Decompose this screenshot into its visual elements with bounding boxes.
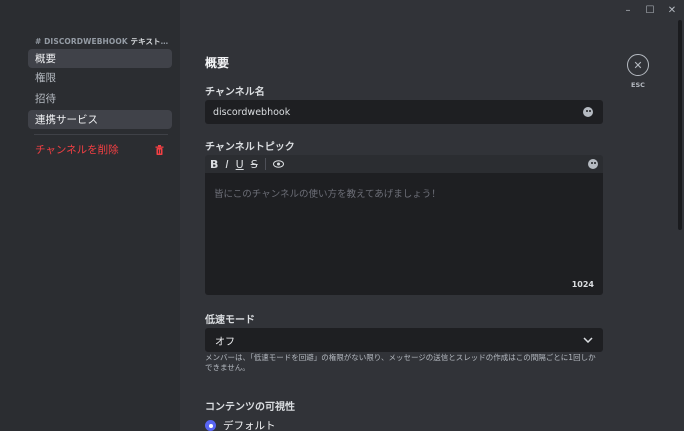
sidebar-item-label: 権限 — [35, 72, 56, 84]
delete-channel-label: チャンネルを削除 — [35, 144, 119, 156]
sidebar-item-permissions[interactable]: 権限 — [28, 68, 172, 87]
channel-name-label: チャンネル名 — [205, 87, 265, 98]
esc-label: ESC — [631, 81, 645, 89]
topic-emoji-icon[interactable] — [588, 159, 598, 169]
spoiler-eye-icon[interactable] — [272, 160, 284, 168]
sidebar-item-overview[interactable]: 概要 — [28, 49, 172, 68]
scrollbar[interactable] — [678, 20, 682, 230]
close-settings-button[interactable]: ✕ ESC — [627, 54, 649, 89]
radio-label: デフォルト — [223, 420, 276, 431]
topic-placeholder: 皆にこのチャンネルの使い方を教えてあげましょう！ — [214, 189, 441, 200]
chevron-down-icon — [583, 337, 593, 343]
settings-main: – ☐ ✕ 概要 チャンネル名 discordwebhook チャンネルトピック… — [180, 0, 684, 431]
radio-selected-icon — [205, 420, 216, 431]
trash-icon — [155, 144, 164, 155]
underline-button[interactable]: U — [236, 158, 244, 171]
visibility-default-radio[interactable]: デフォルト — [205, 418, 276, 431]
sidebar-item-label: 概要 — [35, 53, 56, 65]
channel-name-input[interactable]: discordwebhook — [205, 100, 603, 124]
slowmode-help-text: メンバーは、「低速モードを回避」の権限がない限り、メッセージの送信とスレッドの作… — [205, 353, 596, 372]
minimize-icon[interactable]: – — [622, 4, 634, 16]
sidebar-item-label: 連携サービス — [35, 114, 98, 126]
page-title: 概要 — [205, 56, 230, 70]
sidebar-item-invites[interactable]: 招待 — [28, 89, 172, 108]
channel-name-value: discordwebhook — [213, 106, 291, 118]
content-visibility-label: コンテンツの可視性 — [205, 402, 295, 413]
character-counter: 1024 — [571, 280, 594, 289]
window-controls: – ☐ ✕ — [622, 4, 678, 16]
strikethrough-button[interactable]: S — [251, 158, 258, 171]
close-icon: ✕ — [627, 54, 649, 76]
channel-name-header: DISCORDWEBHOOK — [44, 37, 128, 46]
channel-type-header: テキストチャ… — [130, 37, 175, 46]
sidebar-divider — [34, 134, 168, 135]
slowmode-label: 低速モード — [205, 315, 255, 326]
topic-format-toolbar: B I U S — [205, 155, 603, 173]
channel-topic-label: チャンネルトピック — [205, 142, 295, 153]
slowmode-value: オフ — [215, 336, 235, 348]
sidebar-item-integrations[interactable]: 連携サービス — [28, 110, 172, 129]
sidebar-item-label: 招待 — [35, 93, 56, 105]
settings-sidebar: # DISCORDWEBHOOK テキストチャ… 概要 権限 招待 連携サービス… — [0, 0, 180, 431]
slowmode-select[interactable]: オフ — [205, 328, 603, 352]
sidebar-channel-header: # DISCORDWEBHOOK テキストチャ… — [35, 36, 175, 47]
channel-topic-textarea[interactable]: 皆にこのチャンネルの使い方を教えてあげましょう！ 1024 — [205, 173, 603, 295]
emoji-icon[interactable] — [583, 107, 593, 117]
bold-button[interactable]: B — [210, 158, 218, 171]
maximize-icon[interactable]: ☐ — [644, 4, 656, 16]
close-window-icon[interactable]: ✕ — [666, 4, 678, 16]
delete-channel-button[interactable]: チャンネルを削除 — [28, 140, 172, 159]
toolbar-divider — [264, 158, 266, 170]
channel-hash: # — [35, 37, 42, 46]
italic-button[interactable]: I — [225, 158, 228, 171]
